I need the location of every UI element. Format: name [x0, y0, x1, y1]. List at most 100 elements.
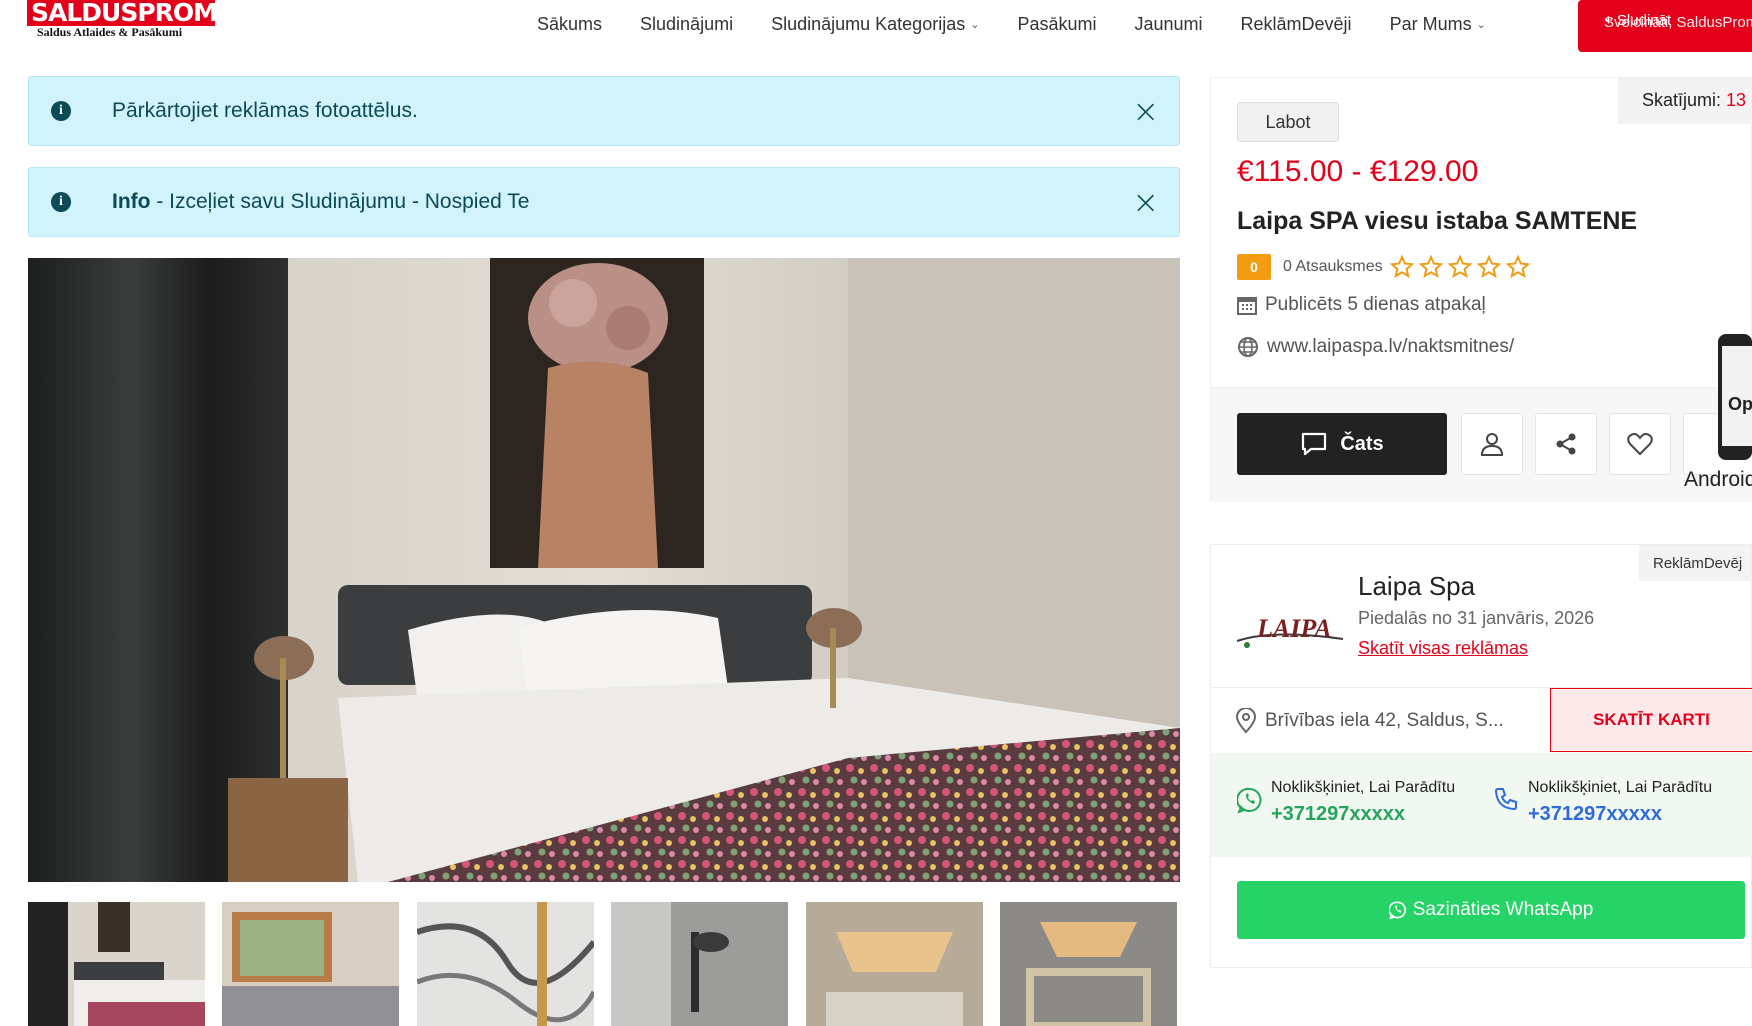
nav-item-about[interactable]: Par Mums ⌄ — [1390, 14, 1486, 35]
phone-hint: Noklikšķiniet, Lai Parādītu — [1528, 779, 1713, 796]
website-row: www.laipaspa.lv/naktsmitnes/ — [1237, 336, 1514, 358]
published-text: Publicēts 5 dienas atpakaļ — [1265, 294, 1486, 315]
logo-brand: SALDUSPROMO — [27, 0, 238, 26]
profile-button[interactable] — [1461, 413, 1523, 475]
alert-text: Pārkārtojiet reklāmas fotoattēlus. — [112, 99, 418, 122]
views-counter: Skatījumi: 13 — [1618, 78, 1752, 124]
whatsapp-icon — [1237, 787, 1262, 813]
whatsapp-button-label: Sazināties WhatsApp — [1412, 899, 1594, 920]
nav-item-home[interactable]: Sākums — [537, 14, 602, 35]
listing-title: Laipa SPA viesu istaba SAMTENE — [1237, 207, 1638, 235]
share-button[interactable] — [1535, 413, 1597, 475]
phone-number[interactable]: +371297xxxxx — [1528, 803, 1662, 826]
post-ad-button[interactable]: + Sludināt Sveicināti, SaldusPromo — [1578, 0, 1752, 52]
address-row: Brīvības iela 42, Saldus, S... SKATĪT KA… — [1211, 687, 1752, 752]
thumbnail-4[interactable] — [611, 902, 788, 1026]
views-label: Skatījumi: — [1642, 90, 1722, 110]
published-row: Publicēts 5 dienas atpakaļ — [1237, 294, 1486, 316]
star-icon — [1447, 255, 1473, 279]
alert-bold-label: Info — [112, 190, 151, 213]
nav-label: Par Mums — [1389, 14, 1472, 34]
rating-stars — [1389, 255, 1534, 279]
phone-icon — [1494, 788, 1517, 811]
seller-logo-text: LAIPA — [1256, 614, 1332, 643]
nav-item-listings[interactable]: Sludinājumi — [640, 14, 733, 35]
nav-label: Jaunumi — [1134, 14, 1203, 34]
whatsapp-contact-button[interactable]: Sazināties WhatsApp — [1237, 881, 1745, 939]
chat-button[interactable]: Čats — [1237, 413, 1447, 475]
main-nav: Sākums Sludinājumi Sludinājumu Kategorij… — [537, 14, 1524, 35]
thumbnail-1[interactable] — [28, 902, 205, 1026]
main-photo[interactable] — [28, 258, 1180, 882]
star-icon — [1389, 255, 1415, 279]
seller-card: ReklāmDevēj LAIPA Laipa Spa Piedalās no … — [1210, 544, 1752, 968]
thumbnail-5[interactable] — [806, 902, 983, 1026]
bedroom-photo — [28, 258, 1180, 882]
nav-item-events[interactable]: Pasākumi — [1017, 14, 1096, 35]
nav-label: Pasākumi — [1017, 14, 1097, 34]
thumbnail-3[interactable] — [417, 902, 594, 1026]
nav-item-advertisers[interactable]: ReklāmDevēji — [1241, 14, 1352, 35]
seller-tag: ReklāmDevēj — [1639, 545, 1751, 581]
thumbnail-2[interactable] — [222, 902, 399, 1026]
svg-text:Op: Op — [1728, 394, 1752, 414]
whatsapp-hint: Noklikšķiniet, Lai Parādītu — [1271, 779, 1456, 796]
info-icon: i — [51, 192, 71, 212]
thumbnail-6[interactable] — [1000, 902, 1177, 1026]
view-map-button[interactable]: SKATĪT KARTI — [1550, 688, 1752, 752]
chat-label: Čats — [1340, 432, 1384, 455]
nav-label: Sākums — [537, 14, 603, 34]
rating-badge: 0 — [1237, 254, 1271, 280]
thumbnail-image — [611, 902, 788, 1026]
website-link[interactable]: www.laipaspa.lv/naktsmitnes/ — [1267, 336, 1514, 358]
chevron-down-icon: ⌄ — [1476, 19, 1486, 31]
reviews-count[interactable]: 0 Atsauksmes — [1283, 258, 1383, 276]
seller-logo[interactable]: LAIPA — [1233, 599, 1353, 659]
listing-price: €115.00 - €129.00 — [1237, 155, 1479, 188]
nav-label: Sludinājumu Kategorijas — [771, 14, 966, 34]
seller-address: Brīvības iela 42, Saldus, S... — [1265, 710, 1504, 731]
chevron-down-icon: ⌄ — [970, 19, 980, 31]
thumbnail-image — [806, 902, 983, 1026]
nav-item-categories[interactable]: Sludinājumu Kategorijas ⌄ — [771, 14, 979, 35]
heart-icon — [1627, 433, 1653, 456]
thumbnail-image — [222, 902, 399, 1026]
map-pin-icon — [1235, 708, 1257, 734]
android-label: Android — [1684, 468, 1752, 491]
share-icon — [1556, 433, 1576, 455]
info-icon: i — [51, 101, 71, 121]
photo-thumbnails — [28, 902, 1180, 1026]
phone-illustration: Op — [1718, 334, 1752, 460]
star-icon — [1418, 255, 1444, 279]
alert-text: Info - Izceļiet savu Sludinājumu - Nospi… — [112, 190, 529, 214]
seller-joined: Piedalās no 31 janvāris, 2026 — [1358, 608, 1595, 628]
star-icon — [1476, 255, 1502, 279]
globe-icon — [1238, 337, 1258, 357]
site-logo[interactable]: SALDUSPROMO Saldus Atlaides & Pasākumi — [27, 0, 238, 40]
whatsapp-number[interactable]: +371297xxxxx — [1271, 803, 1405, 826]
close-icon[interactable]: × — [1132, 186, 1159, 218]
close-icon[interactable]: × — [1132, 95, 1159, 127]
all-ads-link[interactable]: Skatīt visas reklāmas — [1358, 638, 1528, 659]
logo-tagline: Saldus Atlaides & Pasākumi — [37, 25, 183, 39]
android-app-widget[interactable]: Op Android — [1684, 332, 1752, 494]
star-icon — [1505, 255, 1531, 279]
greeting-overlay: Sveicināti, SaldusPromo — [1604, 14, 1752, 31]
alert-message: - Izceļiet savu Sludinājumu - Nospied Te — [150, 190, 530, 213]
site-header: SALDUSPROMO Saldus Atlaides & Pasākumi S… — [0, 0, 1752, 54]
whatsapp-icon — [1388, 901, 1406, 919]
alert-reorder-photos: i Pārkārtojiet reklāmas fotoattēlus. × — [28, 76, 1180, 146]
views-count: 13 — [1726, 90, 1747, 110]
thumbnail-image — [1000, 902, 1177, 1026]
rating-row: 0 0 Atsauksmes — [1237, 254, 1534, 280]
alert-promote-listing[interactable]: i Info - Izceļiet savu Sludinājumu - Nos… — [28, 167, 1180, 237]
edit-button[interactable]: Labot — [1237, 102, 1339, 142]
nav-item-news[interactable]: Jaunumi — [1134, 14, 1202, 35]
chat-icon — [1302, 432, 1327, 456]
listing-summary-card: Labot Skatījumi: 13 €115.00 - €129.00 La… — [1210, 77, 1752, 502]
nav-label: Sludinājumi — [640, 14, 734, 34]
favorite-button[interactable] — [1609, 413, 1671, 475]
thumbnail-image — [28, 902, 205, 1026]
seller-name[interactable]: Laipa Spa — [1358, 571, 1475, 602]
contact-band: Noklikšķiniet, Lai Parādītu +371297xxxxx… — [1211, 753, 1752, 857]
